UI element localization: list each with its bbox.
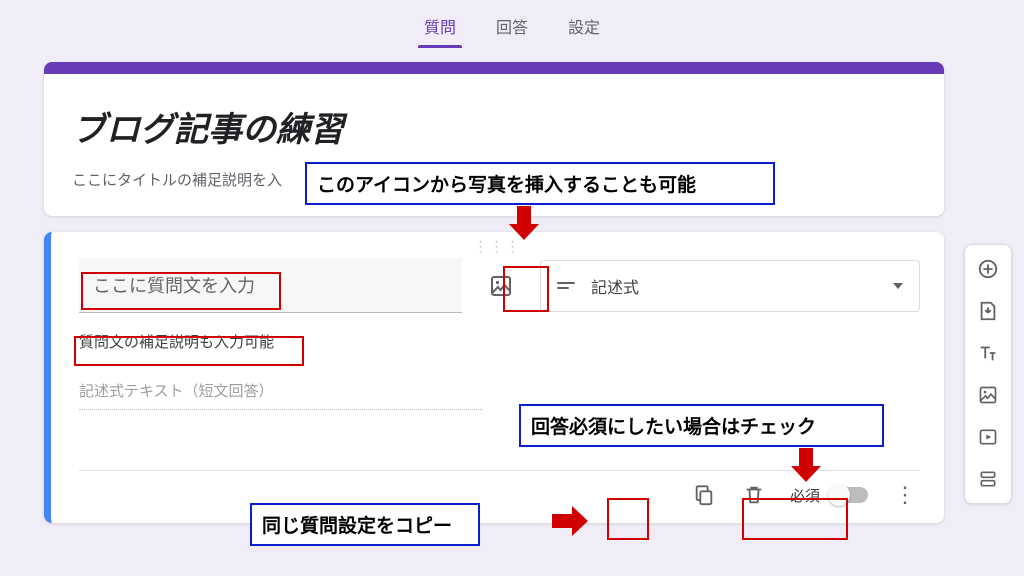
short-answer-placeholder: 記述式テキスト（短文回答） <box>79 380 483 410</box>
video-icon <box>978 427 998 447</box>
drag-handle-icon[interactable]: ⋮⋮⋮ <box>474 238 522 255</box>
trash-icon <box>743 484 765 506</box>
add-section-button[interactable] <box>972 463 1004 495</box>
question-type-select[interactable]: 記述式 <box>540 260 920 312</box>
text-icon <box>977 342 999 364</box>
question-description[interactable]: 質問文の補足説明も入力可能 <box>79 331 920 352</box>
question-title-placeholder: ここに質問文を入力 <box>93 276 255 296</box>
question-title-input[interactable]: ここに質問文を入力 <box>79 258 462 313</box>
add-question-button[interactable] <box>972 253 1004 285</box>
section-icon <box>978 469 998 489</box>
more-options-button[interactable]: ⋮ <box>890 482 920 508</box>
chevron-down-icon <box>893 283 903 289</box>
annotation-required-check: 回答必須にしたい場合はチェック <box>519 404 884 447</box>
annotation-copy-question: 同じ質問設定をコピー <box>250 503 480 546</box>
duplicate-button[interactable] <box>690 481 718 509</box>
tab-responses[interactable]: 回答 <box>490 6 534 48</box>
required-label: 必須 <box>790 485 820 506</box>
annotation-arrow-icon <box>552 506 588 536</box>
image-icon <box>489 274 513 298</box>
side-toolbar <box>964 244 1012 504</box>
plus-circle-icon <box>977 258 999 280</box>
add-title-button[interactable] <box>972 337 1004 369</box>
annotation-insert-image: このアイコンから写真を挿入することも可能 <box>305 162 775 205</box>
insert-image-button[interactable] <box>480 265 522 307</box>
delete-button[interactable] <box>740 481 768 509</box>
copy-icon <box>693 484 715 506</box>
tab-settings[interactable]: 設定 <box>562 6 606 48</box>
short-answer-icon <box>557 282 575 289</box>
image-icon <box>978 385 998 405</box>
add-video-button[interactable] <box>972 421 1004 453</box>
required-toggle[interactable] <box>830 487 868 503</box>
required-toggle-group: 必須 <box>790 485 868 506</box>
add-image-button[interactable] <box>972 379 1004 411</box>
kebab-icon: ⋮ <box>894 482 916 507</box>
top-tabs: 質問 回答 設定 <box>0 0 1024 48</box>
import-icon <box>977 300 999 322</box>
tab-questions[interactable]: 質問 <box>418 6 462 48</box>
form-title[interactable]: ブログ記事の練習 <box>72 102 916 151</box>
import-questions-button[interactable] <box>972 295 1004 327</box>
question-type-label: 記述式 <box>591 274 877 298</box>
